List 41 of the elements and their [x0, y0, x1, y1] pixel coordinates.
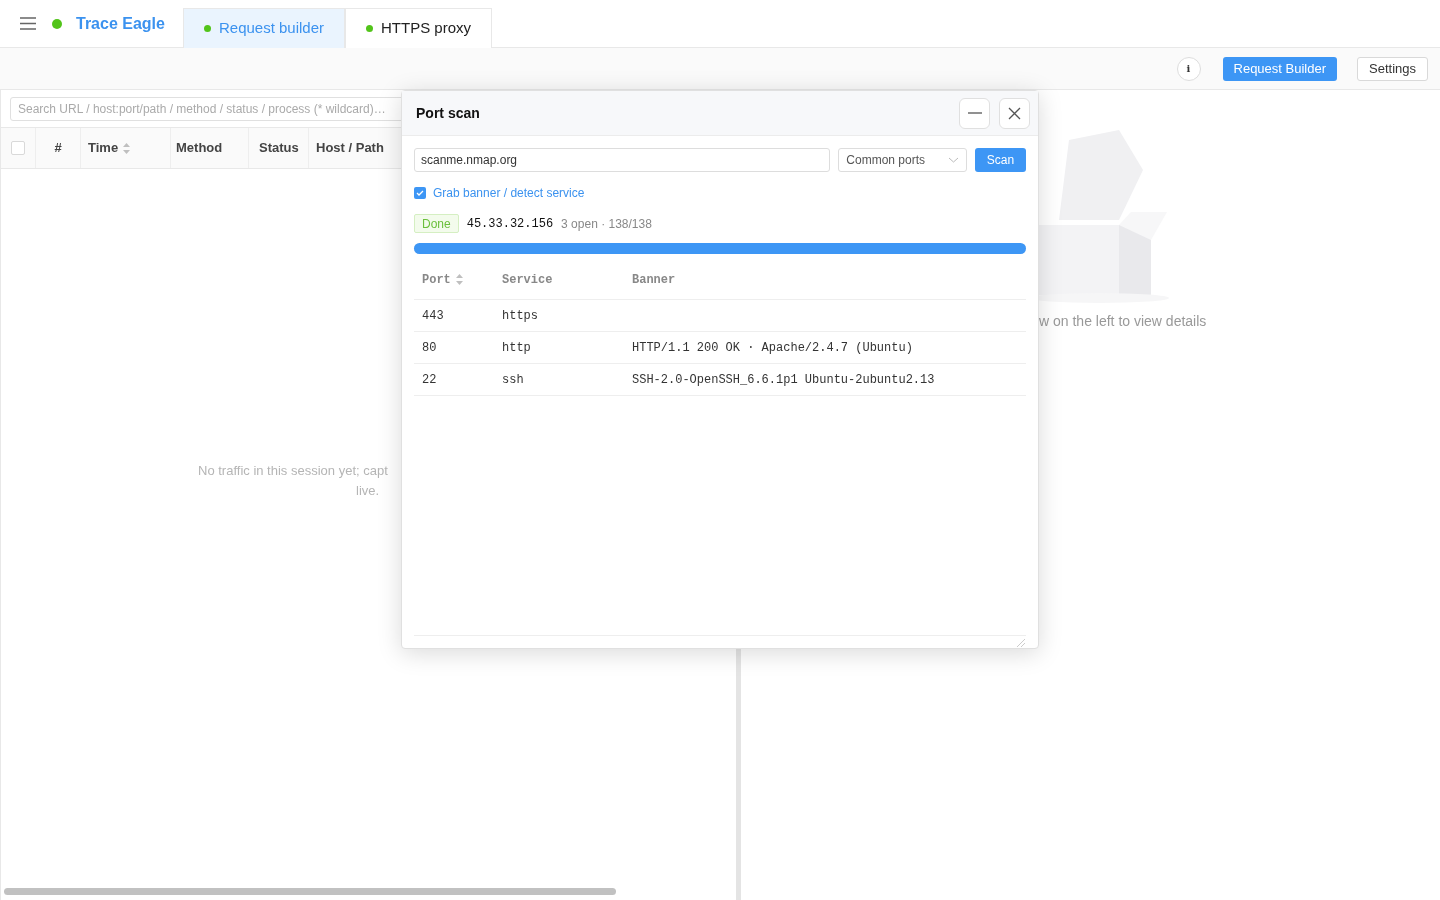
menu-icon[interactable] — [20, 17, 36, 30]
check-icon — [416, 190, 424, 196]
table-cell-text: 443 — [422, 307, 445, 325]
ip-address: 45.33.32.156 — [466, 215, 554, 233]
resize-handle-icon[interactable] — [1016, 638, 1026, 648]
table-cell-text: 80 — [422, 339, 438, 357]
port-set-select[interactable]: Common ports — [838, 148, 968, 172]
column-header[interactable]: Host / Path — [316, 138, 384, 158]
empty-message: No traffic in this session yet; capt — [198, 462, 388, 480]
info-button[interactable]: i — [1176, 56, 1201, 81]
detail-hint: w on the left to view details — [1039, 312, 1208, 331]
chevron-down-icon — [948, 157, 960, 163]
column-header[interactable]: Status — [259, 138, 299, 158]
dialog-title: Port scan — [416, 103, 481, 123]
status-badge: Done — [414, 214, 459, 233]
minimize-icon — [967, 112, 982, 114]
sort-icon — [122, 141, 132, 155]
column-header[interactable]: Time — [88, 138, 119, 158]
target-field[interactable]: scanme.nmap.org — [414, 148, 831, 172]
table-cell-text: 22 — [422, 371, 438, 389]
table-cell-text: HTTP/1.1 200 OK · Apache/2.4.7 (Ubuntu) — [632, 339, 914, 357]
select-all-checkbox[interactable] — [11, 141, 25, 155]
scan-summary: 3 open · 138/138 — [561, 215, 652, 233]
empty-message: live. — [356, 481, 380, 500]
table-cell-text: SSH-2.0-OpenSSH_6.6.1p1 Ubuntu-2ubuntu2.13 — [632, 371, 936, 389]
tab[interactable]: HTTPS proxy — [345, 8, 493, 48]
column-header[interactable]: # — [54, 138, 62, 158]
minimize-button[interactable] — [959, 97, 990, 129]
settings-button[interactable]: Settings — [1357, 56, 1428, 81]
table-cell-text: http — [502, 339, 532, 357]
app-title: Trace Eagle — [76, 13, 165, 34]
column-header[interactable]: Service — [502, 270, 553, 289]
column-header[interactable]: Method — [176, 138, 223, 158]
scrollbar[interactable] — [4, 887, 616, 895]
column-header[interactable]: Banner — [632, 270, 676, 289]
table-cell-text: ssh — [502, 371, 525, 389]
sort-icon — [454, 273, 464, 286]
close-button[interactable] — [999, 97, 1030, 129]
column-header[interactable]: Port — [422, 270, 451, 289]
table-cell-text: https — [502, 307, 539, 325]
close-icon — [1008, 106, 1021, 120]
